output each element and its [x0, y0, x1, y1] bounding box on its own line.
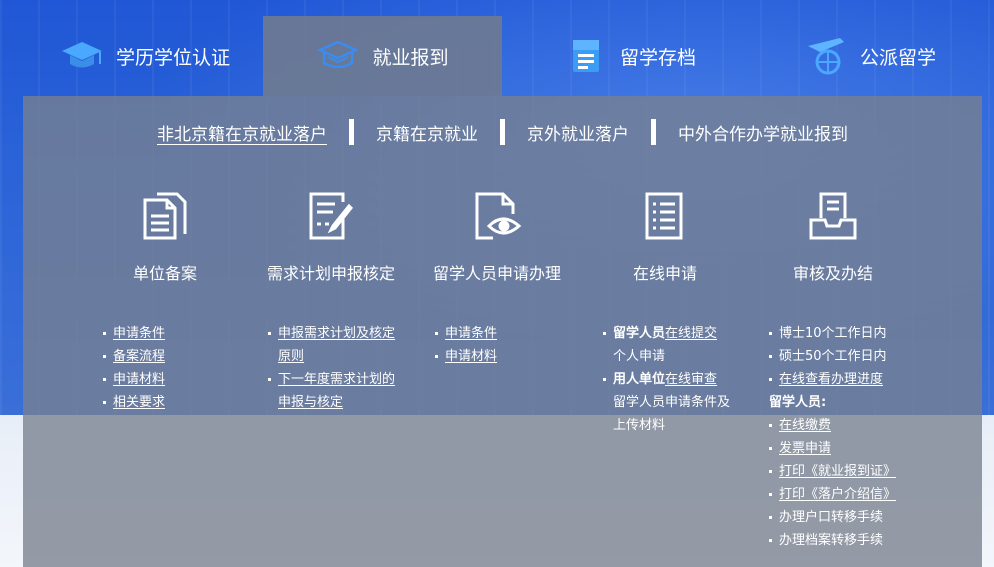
airplane-globe-icon [807, 38, 844, 75]
list-item: 打印《落户介绍信》 [769, 483, 896, 506]
list-item: 办理档案转移手续 [769, 529, 896, 552]
tab-study-archive[interactable]: 留学存档 [530, 16, 730, 96]
heading-returnees: 留学人员: [769, 395, 827, 410]
list-item: 在线缴费 [769, 414, 896, 437]
list-item: 留学人员: [769, 391, 896, 414]
link-next-year-plan[interactable]: 下一年度需求计划的 [278, 372, 395, 387]
review-completion-info: 博士10个工作日内 硕士50个工作日内 在线查看办理进度 留学人员: 在线缴费 … [769, 322, 896, 552]
text-review-desc: 留学人员申请条件及 [613, 395, 731, 410]
subnav-beijing-native-employment[interactable]: 京籍在京就业 [360, 120, 494, 145]
unit-filing-links: 申请条件 备案流程 申请材料 相关要求 [103, 322, 165, 414]
label-employer: 用人单位 [613, 372, 666, 387]
tab-label: 留学存档 [619, 46, 696, 69]
list-item: 申请材料 [103, 368, 165, 391]
link-application-materials[interactable]: 申请材料 [113, 372, 165, 387]
layered-cap-icon [317, 40, 360, 69]
list-item: 申报需求计划及核定 [268, 322, 395, 345]
step-title: 留学人员申请办理 [432, 264, 561, 283]
step-review-completion: 审核及办结 [748, 188, 918, 284]
text-archive-transfer: 办理档案转移手续 [779, 533, 884, 548]
list-item: 备案流程 [103, 345, 165, 368]
link-application-conditions[interactable]: 申请条件 [113, 326, 165, 341]
content-panel: 非北京籍在京就业落户 京籍在京就业 京外就业落户 中外合作办学就业报到 单位备案 [23, 96, 982, 567]
list-item: 上传材料 [603, 414, 730, 437]
list-item: 用人单位在线审查 [603, 368, 730, 391]
list-item: 博士10个工作日内 [769, 322, 896, 345]
list-item: 下一年度需求计划的 [268, 368, 395, 391]
text-personal-application: 个人申请 [613, 349, 666, 364]
demand-plan-links: 申报需求计划及核定 原则 下一年度需求计划的 申报与核定 [268, 322, 395, 414]
step-title: 在线申请 [632, 264, 697, 283]
tab-label: 就业报到 [372, 46, 449, 69]
list-item: 申报与核定 [268, 391, 395, 414]
folder-document-icon [572, 40, 599, 72]
subnav-non-beijing-settlement[interactable]: 非北京籍在京就业落户 [141, 120, 343, 145]
step-returnee-application: 留学人员申请办理 [412, 188, 582, 284]
tab-label: 学历学位认证 [115, 46, 230, 69]
list-item: 原则 [268, 345, 395, 368]
list-item: 申请条件 [435, 322, 497, 345]
list-item: 留学人员在线提交 [603, 322, 730, 345]
online-application-info: 留学人员在线提交 个人申请 用人单位在线审查 留学人员申请条件及 上传材料 [603, 322, 730, 437]
list-item: 申请材料 [435, 345, 497, 368]
link-filing-process[interactable]: 备案流程 [113, 349, 165, 364]
link-print-settlement-letter[interactable]: 打印《落户介绍信》 [779, 487, 896, 502]
form-edit-icon [309, 192, 354, 240]
step-unit-filing: 单位备案 [80, 188, 250, 284]
subnav-divider [500, 119, 505, 145]
link-invoice-request[interactable]: 发票申请 [779, 441, 831, 456]
tab-label: 公派留学 [859, 46, 936, 69]
step-demand-plan: 需求计划申报核定 [246, 188, 416, 284]
link-next-year-plan-cont[interactable]: 申报与核定 [278, 395, 343, 410]
tab-degree-certification[interactable]: 学历学位认证 [30, 16, 260, 96]
label-returnees: 留学人员 [613, 326, 666, 341]
text-master-duration: 硕士50个工作日内 [779, 349, 887, 364]
list-item: 个人申请 [603, 345, 730, 368]
subnav-divider [349, 119, 354, 145]
tab-employment-registration[interactable]: 就业报到 [263, 16, 502, 96]
inbox-tray-icon [809, 192, 857, 240]
list-item: 在线查看办理进度 [769, 368, 896, 391]
text-household-transfer: 办理户口转移手续 [779, 510, 884, 525]
documents-icon [143, 192, 187, 240]
step-online-application: 在线申请 [580, 188, 750, 284]
list-item: 相关要求 [103, 391, 165, 414]
link-application-conditions[interactable]: 申请条件 [445, 326, 497, 341]
step-title: 需求计划申报核定 [266, 264, 395, 283]
list-item: 办理户口转移手续 [769, 506, 896, 529]
graduation-cap-icon [61, 42, 102, 68]
returnee-application-links: 申请条件 申请材料 [435, 322, 497, 368]
step-title: 审核及办结 [792, 264, 873, 283]
main-tabs: 学历学位认证 就业报到 留学存档 公派留学 [0, 0, 994, 96]
subnav-outside-beijing-settlement[interactable]: 京外就业落户 [511, 120, 645, 145]
link-application-materials[interactable]: 申请材料 [445, 349, 497, 364]
link-related-requirements[interactable]: 相关要求 [113, 395, 165, 410]
link-progress-check[interactable]: 在线查看办理进度 [779, 372, 883, 387]
link-online-review[interactable]: 在线审查 [665, 372, 717, 387]
text-review-desc-cont: 上传材料 [613, 418, 666, 433]
checklist-icon [645, 192, 683, 240]
link-plan-principles[interactable]: 申报需求计划及核定 [278, 326, 395, 341]
tab-government-sponsored-study[interactable]: 公派留学 [770, 16, 970, 96]
document-eye-icon [475, 192, 522, 240]
list-item: 发票申请 [769, 437, 896, 460]
list-item: 留学人员申请条件及 [603, 391, 730, 414]
link-plan-principles-cont[interactable]: 原则 [278, 349, 304, 364]
list-item: 申请条件 [103, 322, 165, 345]
sub-navigation: 非北京籍在京就业落户 京籍在京就业 京外就业落户 中外合作办学就业报到 [23, 114, 982, 150]
link-online-payment[interactable]: 在线缴费 [779, 418, 831, 433]
step-title: 单位备案 [132, 264, 197, 283]
subnav-divider [651, 119, 656, 145]
text-phd-duration: 博士10个工作日内 [779, 326, 887, 341]
link-online-submit[interactable]: 在线提交 [665, 326, 717, 341]
list-item: 硕士50个工作日内 [769, 345, 896, 368]
subnav-joint-program-registration[interactable]: 中外合作办学就业报到 [662, 120, 864, 145]
link-print-registration-cert[interactable]: 打印《就业报到证》 [779, 464, 896, 479]
list-item: 打印《就业报到证》 [769, 460, 896, 483]
